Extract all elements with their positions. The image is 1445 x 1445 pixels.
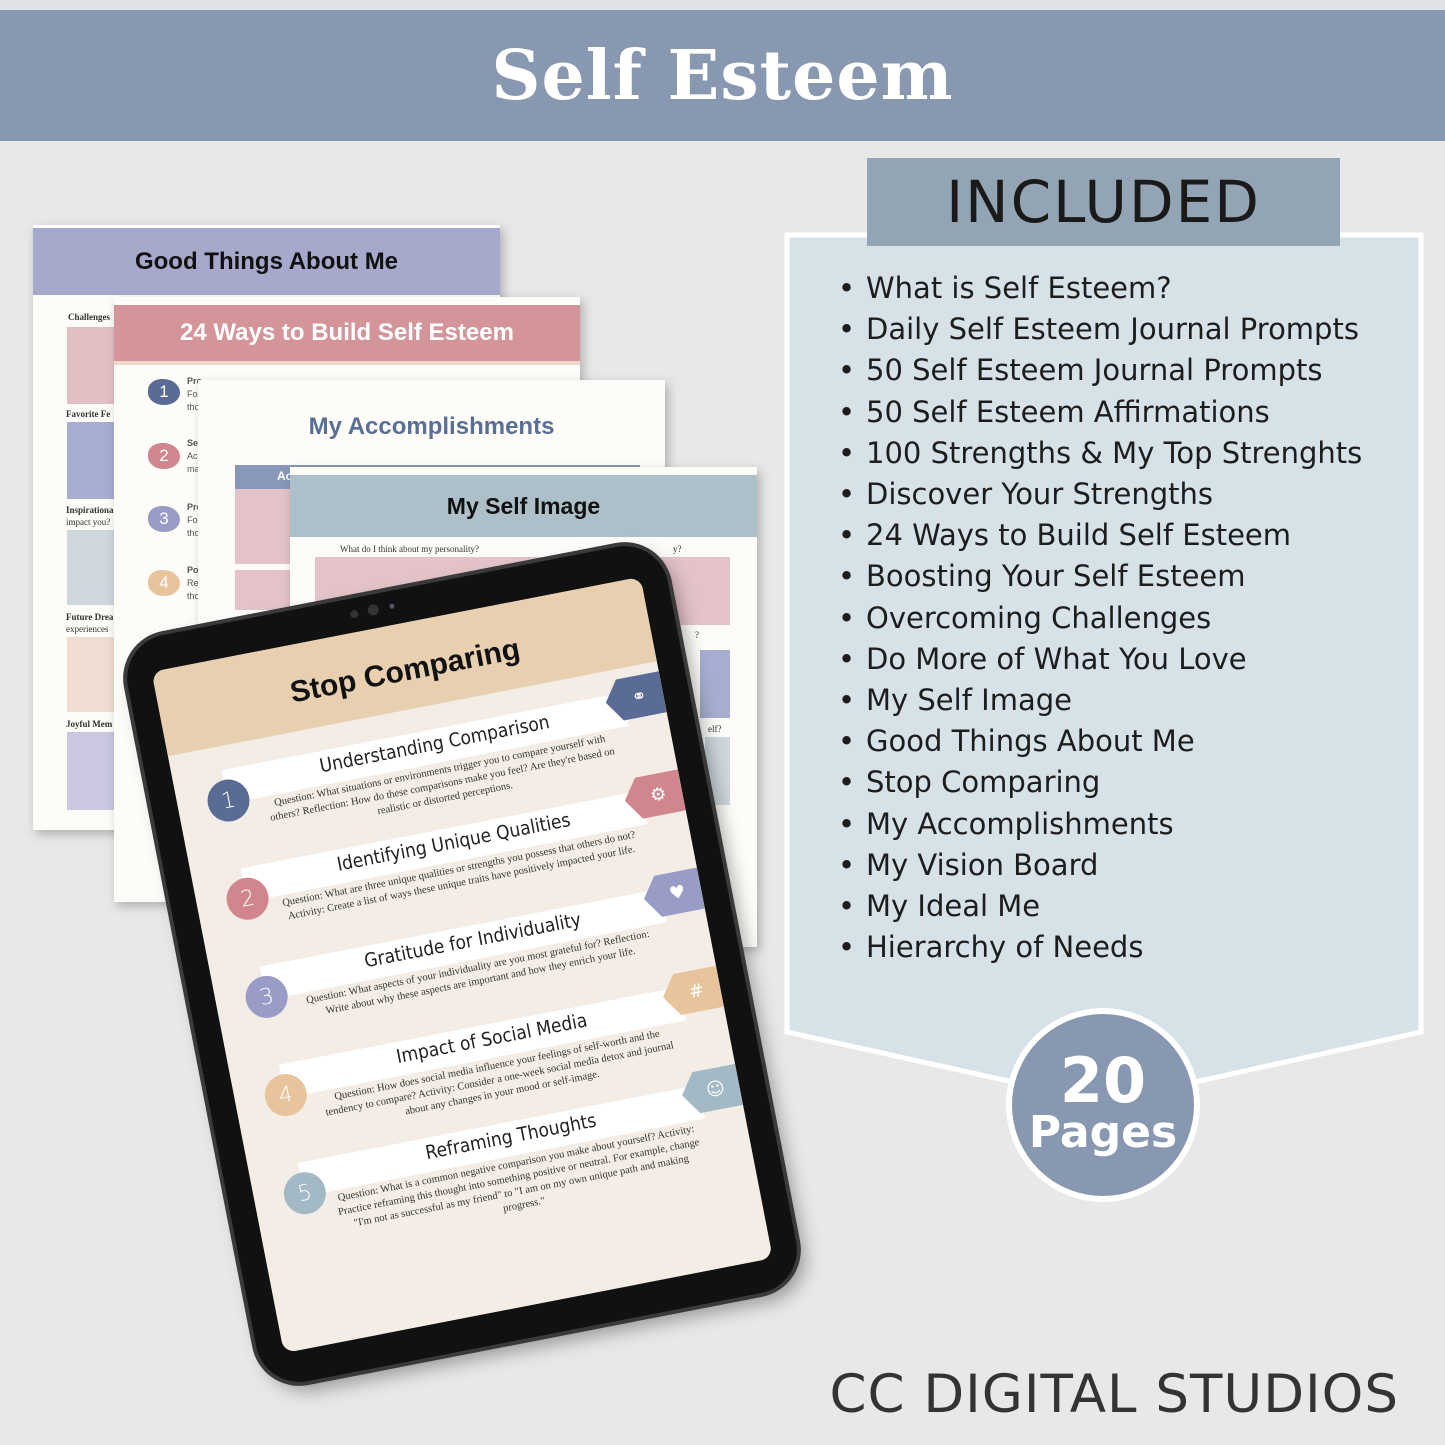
block: [700, 650, 730, 718]
stub: Se: [187, 438, 199, 448]
included-item: My Self Image: [838, 680, 1362, 721]
included-item: Boosting Your Self Esteem: [838, 556, 1362, 597]
included-list: What is Self Esteem?Daily Self Esteem Jo…: [838, 268, 1362, 968]
block: [67, 422, 117, 499]
page-title: Self Esteem: [491, 35, 954, 116]
block: [235, 489, 295, 564]
question-label: elf?: [708, 724, 722, 734]
label: impact you?: [66, 517, 111, 527]
label: Future Drea: [66, 612, 114, 622]
page-header: 24 Ways to Build Self Esteem: [114, 305, 580, 365]
label: Challenges: [68, 312, 111, 322]
sensor-dot: [389, 603, 395, 610]
number-blob: 3: [148, 506, 180, 532]
block: [67, 637, 117, 712]
page-header: My Self Image: [290, 475, 757, 537]
included-item: What is Self Esteem?: [838, 268, 1362, 309]
top-strip: [0, 0, 1445, 10]
question-label: y?: [673, 544, 682, 554]
block: [67, 530, 117, 605]
tablet-screen: Stop Comparing 1 Understanding Compariso…: [151, 576, 773, 1354]
page-heading: 24 Ways to Build Self Esteem: [180, 319, 514, 346]
included-item: Hierarchy of Needs: [838, 927, 1362, 968]
page-heading: My Accomplishments: [308, 413, 555, 440]
screen-title: Stop Comparing: [287, 632, 523, 710]
page-count-label: Pages: [1028, 1107, 1178, 1158]
brand-name: CC DIGITAL STUDIOS: [829, 1364, 1399, 1425]
title-banner: Self Esteem: [0, 10, 1445, 141]
included-item: Overcoming Challenges: [838, 598, 1362, 639]
page-heading: Good Things About Me: [134, 247, 399, 275]
included-item: Stop Comparing: [838, 762, 1362, 803]
page-count: 20: [1059, 1044, 1147, 1117]
label: experiences: [66, 624, 109, 634]
included-item: Discover Your Strengths: [838, 474, 1362, 515]
camera-dot: [349, 609, 359, 619]
included-item: 24 Ways to Build Self Esteem: [838, 515, 1362, 556]
page-count-badge: 20 Pages: [1006, 1008, 1200, 1202]
included-item: My Vision Board: [838, 845, 1362, 886]
label: Favorite Fe: [66, 409, 111, 419]
included-heading: INCLUDED: [946, 168, 1261, 236]
question-label: What do I think about my personality?: [340, 544, 479, 554]
included-item: Good Things About Me: [838, 721, 1362, 762]
block: [67, 732, 117, 810]
included-item: My Accomplishments: [838, 804, 1362, 845]
included-item: My Ideal Me: [838, 886, 1362, 927]
label: Inspirationa: [66, 505, 114, 515]
included-header: INCLUDED: [867, 158, 1340, 246]
camera-lens: [366, 603, 380, 617]
stub: Po: [187, 565, 199, 575]
number-blob: 1: [148, 379, 180, 405]
block: [67, 327, 117, 404]
page-header: Good Things About Me: [33, 228, 500, 295]
included-item: 100 Strengths & My Top Strenghts: [838, 433, 1362, 474]
page-header: My Accomplishments: [198, 402, 665, 452]
number-blob: 2: [148, 443, 180, 469]
question-label: ?: [695, 630, 699, 640]
page-heading: My Self Image: [446, 492, 601, 519]
number-blob: 4: [148, 570, 180, 596]
included-item: Daily Self Esteem Journal Prompts: [838, 309, 1362, 350]
included-item: Do More of What You Love: [838, 639, 1362, 680]
block: [235, 570, 295, 610]
label: Joyful Mem: [66, 719, 113, 729]
included-item: 50 Self Esteem Journal Prompts: [838, 350, 1362, 391]
included-item: 50 Self Esteem Affirmations: [838, 392, 1362, 433]
